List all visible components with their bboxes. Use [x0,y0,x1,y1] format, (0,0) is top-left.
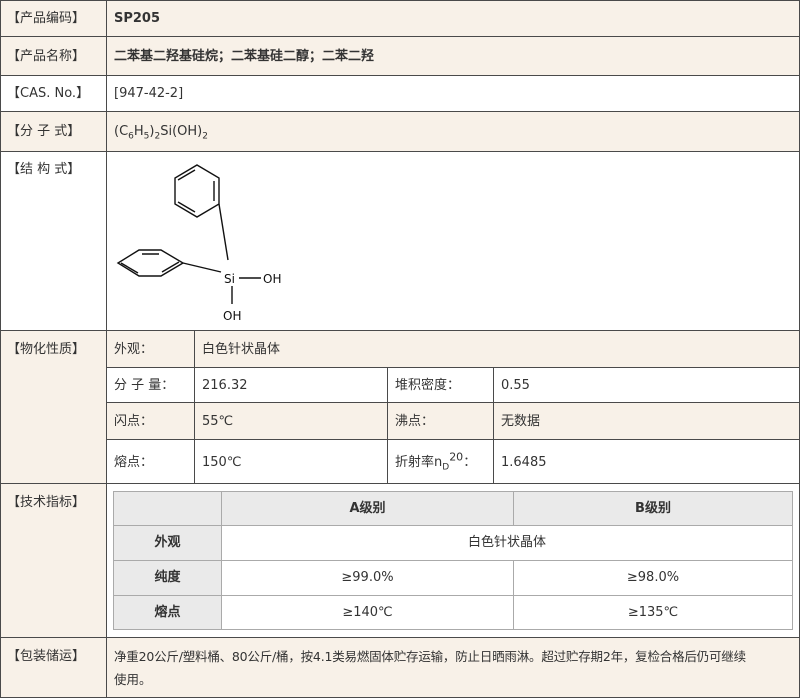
value-cell-name: 二苯基二羟基硅烷；二苯基硅二醇；二苯二羟 [106,36,800,76]
formula-sub: 2 [202,131,208,142]
specs-cell-b: ≥98.0% [513,560,793,596]
packing-line-1: 净重20公斤/塑料桶、80公斤/桶，按4.1类易燃固体贮存运输，防止日晒雨淋。超… [114,649,746,664]
packing-line-2: 使用。 [114,672,152,687]
specs-row-name: 熔点 [113,595,222,630]
label-formula: 【分 子 式】 [7,124,81,139]
formula-part: H [133,124,144,139]
structure-diagram: Si OH OH [116,164,281,323]
label-structure: 【结 构 式】 [7,162,81,177]
specs-header-a: A级别 [221,491,514,526]
product-code: SP205 [114,11,161,26]
label-packing: 【包装储运】 [7,649,86,664]
product-spec-sheet: 【产品编码】 SP205 【产品名称】 二苯基二羟基硅烷；二苯基硅二醇；二苯二羟… [0,0,800,698]
benzene-ring-top [174,164,220,218]
label-cell-properties: 【物化性质】 [0,330,107,484]
value-cell-cas: [947-42-2] [106,75,800,112]
label-cell-specs: 【技术指标】 [0,483,107,638]
formula-part: (C [114,124,129,139]
prop-value-density: 0.55 [493,367,800,403]
value-cell-formula: (C6H5)2Si(OH)2 [106,111,800,152]
value-cell-packing: 净重20公斤/塑料桶、80公斤/桶，按4.1类易燃固体贮存运输，防止日晒雨淋。超… [106,637,800,698]
prop-key-melt: 熔点： [106,439,195,484]
specs-row-name: 纯度 [113,560,222,596]
formula-part: Si(OH) [160,124,203,139]
prop-value-mw: 216.32 [194,367,388,403]
prop-value-refractive-index: 1.6485 [493,439,800,484]
prop-key-appearance: 外观： [106,330,195,368]
label-name: 【产品名称】 [7,49,86,64]
label-cell-name: 【产品名称】 [0,36,107,76]
molecular-formula: (C6H5)2Si(OH)2 [114,124,208,142]
cas-number: [947-42-2] [114,86,184,101]
specs-table: A级别 B级别 外观 白色针状晶体 纯度 ≥99.0% ≥98.0% 熔点 ≥1… [113,491,793,630]
prop-key-density: 堆积密度： [387,367,494,403]
prop-value-melt: 150℃ [194,439,388,484]
label-cell-structure: 【结 构 式】 [0,151,107,331]
product-name: 二苯基二羟基硅烷；二苯基硅二醇；二苯二羟 [114,49,375,64]
prop-key-boil: 沸点： [387,402,494,440]
specs-cell-a: ≥99.0% [221,560,514,596]
value-cell-structure: Si OH OH [106,151,800,331]
prop-key-mw: 分 子 量： [106,367,195,403]
prop-key-refractive-index: 折射率nD20： [387,439,494,484]
prop-value-flash: 55℃ [194,402,388,440]
label-cell-code: 【产品编码】 [0,0,107,37]
label-cell-cas: 【CAS. No.】 [0,75,107,112]
label-cell-formula: 【分 子 式】 [0,111,107,152]
prop-value-appearance: 白色针状晶体 [194,330,800,368]
specs-header-b: B级别 [513,491,793,526]
value-cell-code: SP205 [106,0,800,37]
specs-cell-a: ≥140℃ [221,595,514,630]
prop-key-flash: 闪点： [106,402,195,440]
atom-oh-bottom: OH [223,309,241,323]
label-code: 【产品编码】 [7,11,86,26]
atom-oh-right: OH [263,272,281,286]
specs-container: A级别 B级别 外观 白色针状晶体 纯度 ≥99.0% ≥98.0% 熔点 ≥1… [106,483,800,638]
label-cas: 【CAS. No.】 [7,86,90,101]
label-cell-packing: 【包装储运】 [0,637,107,698]
specs-header-empty [113,491,222,526]
label-specs: 【技术指标】 [7,495,86,510]
specs-cell-b: ≥135℃ [513,595,793,630]
prop-value-boil: 无数据 [493,402,800,440]
atom-si: Si [224,272,235,286]
label-properties: 【物化性质】 [7,342,86,357]
specs-cell-merged: 白色针状晶体 [221,525,793,561]
specs-row-name: 外观 [113,525,222,561]
